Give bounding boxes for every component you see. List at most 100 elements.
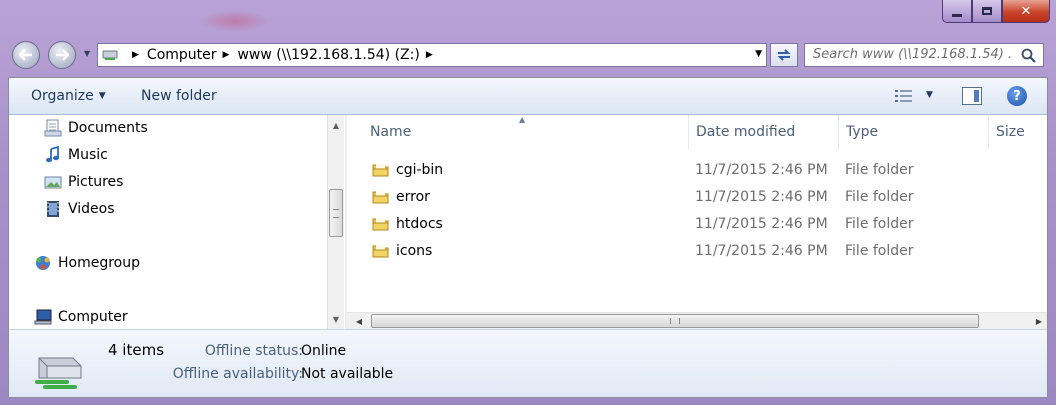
file-type: File folder [845,162,914,178]
file-date-modified: 11/7/2015 2:46 PM [695,162,828,178]
nav-item-videos[interactable]: Videos [44,200,115,218]
offline-availability-label: Offline availability: [172,366,303,382]
chevron-down-icon: ▼ [84,49,91,58]
nav-label: Videos [68,201,115,217]
music-icon [44,145,62,164]
details-view-icon [895,90,912,102]
file-name: icons [396,243,433,259]
file-list: Name ▲ Date modified Type Size cgi-bin 1… [347,115,1047,329]
table-row[interactable]: error 11/7/2015 2:46 PM File folder [347,184,1047,211]
column-header-type[interactable]: Type [839,115,989,149]
column-header-label: Date modified [696,124,796,140]
offline-status-label: Offline status: [204,343,303,359]
forward-arrow-icon [56,49,69,61]
column-header-date-modified[interactable]: Date modified [689,115,839,149]
file-name: cgi-bin [396,162,444,178]
breadcrumb-computer[interactable]: Computer [147,47,217,63]
refresh-icon [777,49,791,61]
file-type: File folder [845,243,914,259]
breadcrumb: ▶ Computer ▶ www (\\192.168.1.54) (Z:) ▶ [126,47,441,63]
nav-item-music[interactable]: Music [44,145,108,164]
help-button[interactable]: ? [1007,86,1027,106]
explorer-window: ✕ ▼ ▶ Computer ▶ www (\\192.168.1.54) (Z… [0,0,1056,405]
maximize-icon [982,7,992,15]
command-bar: Organize ▼ New folder ▼ ? [9,78,1047,115]
column-header-size[interactable]: Size [989,115,1047,149]
back-button[interactable] [12,41,40,69]
folder-icon [372,189,390,209]
scroll-left-button[interactable]: ◀ [351,313,367,329]
file-name: htdocs [396,216,443,232]
item-count: 4 items [108,341,165,359]
search-icon[interactable] [1021,48,1037,64]
caption-buttons: ✕ [942,0,1050,23]
column-header-label: Name [370,124,412,140]
close-icon: ✕ [1020,3,1032,19]
nav-item-homegroup[interactable]: Homegroup [34,254,140,272]
file-type: File folder [845,189,914,205]
breadcrumb-separator-icon[interactable]: ▶ [426,50,433,60]
nav-item-documents[interactable]: Documents [44,119,148,137]
file-date-modified: 11/7/2015 2:46 PM [695,189,828,205]
scrollbar-thumb[interactable] [329,189,343,237]
table-row[interactable]: icons 11/7/2015 2:46 PM File folder [347,238,1047,265]
address-history-dropdown[interactable]: ▼ [755,49,762,59]
navigation-row: ▼ ▶ Computer ▶ www (\\192.168.1.54) (Z:)… [0,40,1056,70]
recent-pages-dropdown[interactable]: ▼ [84,49,90,58]
address-bar[interactable]: ▶ Computer ▶ www (\\192.168.1.54) (Z:) ▶… [97,43,767,67]
search-box [804,43,1044,67]
nav-item-computer[interactable]: Computer [34,308,128,326]
file-type: File folder [845,216,914,232]
offline-availability-value: Not available [301,366,394,382]
nav-label: Documents [68,120,148,136]
sort-ascending-icon: ▲ [519,115,526,124]
view-options-dropdown[interactable]: ▼ [926,90,933,100]
close-button[interactable]: ✕ [1002,0,1050,23]
folder-icon [372,243,390,263]
column-header-name[interactable]: Name ▲ [347,115,689,149]
nav-label: Computer [58,309,128,325]
refresh-button[interactable] [770,43,798,67]
nav-label: Music [68,147,108,163]
videos-icon [44,200,62,218]
table-row[interactable]: cgi-bin 11/7/2015 2:46 PM File folder [347,157,1047,184]
file-date-modified: 11/7/2015 2:46 PM [695,243,828,259]
help-icon: ? [1013,88,1021,104]
preview-pane-button[interactable] [962,87,982,105]
search-input[interactable] [813,47,1013,62]
organize-label: Organize [31,88,94,104]
table-row[interactable]: htdocs 11/7/2015 2:46 PM File folder [347,211,1047,238]
new-folder-button[interactable]: New folder [141,88,217,104]
nav-label: Homegroup [58,255,141,271]
pictures-icon [44,173,62,191]
offline-status-value: Online [301,343,347,359]
folder-icon [372,162,390,182]
column-header-label: Type [846,124,879,140]
breadcrumb-drive[interactable]: www (\\192.168.1.54) (Z:) [237,47,419,63]
breadcrumb-separator-icon[interactable]: ▶ [223,50,230,60]
scrollbar-thumb[interactable] [371,314,979,328]
computer-icon [34,308,52,326]
scroll-down-button[interactable]: ▼ [328,311,344,327]
nav-item-pictures[interactable]: Pictures [44,173,123,191]
explorer-content: Organize ▼ New folder ▼ ? Documents Musi… [8,77,1048,398]
column-header-label: Size [996,124,1025,140]
scroll-up-button[interactable]: ▲ [328,117,344,133]
navigation-pane: Documents Music Pictures Videos Homegrou… [9,115,345,329]
maximize-button[interactable] [972,0,1002,23]
documents-icon [44,119,62,137]
organize-button[interactable]: Organize ▼ [31,88,106,104]
title-glass-highlight [200,10,270,32]
file-date-modified: 11/7/2015 2:46 PM [695,216,828,232]
forward-button[interactable] [48,41,76,69]
file-name: error [396,189,430,205]
change-view-button[interactable] [894,88,914,108]
minimize-button[interactable] [942,0,972,23]
minimize-icon [952,13,962,17]
scroll-right-button[interactable]: ▶ [1031,313,1047,329]
breadcrumb-separator-icon[interactable]: ▶ [132,50,139,60]
nav-pane-scrollbar[interactable]: ▲ ▼ [327,115,344,329]
file-list-horizontal-scrollbar[interactable]: ◀ ▶ [347,312,1047,329]
nav-label: Pictures [68,174,124,190]
network-drive-icon [102,48,120,62]
